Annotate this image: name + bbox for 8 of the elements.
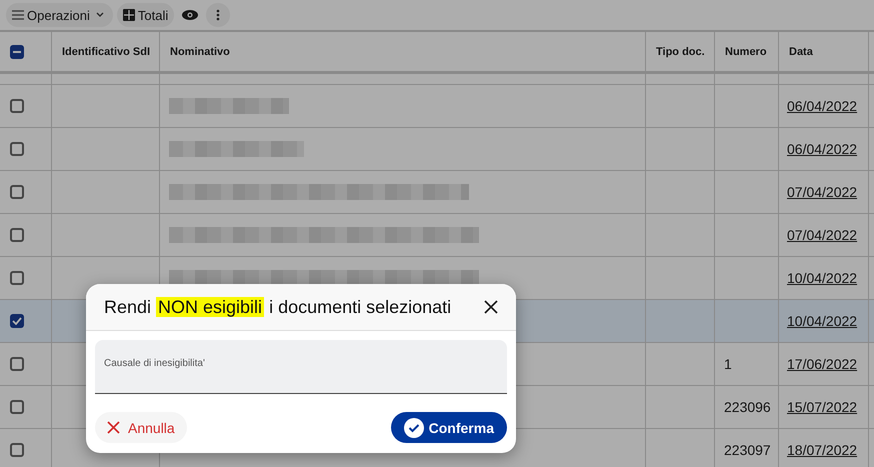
column-header: Numero [725,46,767,58]
column-header: Nominativo [170,46,230,58]
column-header: Data [789,46,813,58]
table-cell: 1 [724,356,732,372]
table-cell: 223096 [724,399,771,415]
column-header: Identificativo SdI [62,46,150,58]
column-header: Tipo doc. [656,46,705,58]
table-cell: 223097 [724,442,771,458]
